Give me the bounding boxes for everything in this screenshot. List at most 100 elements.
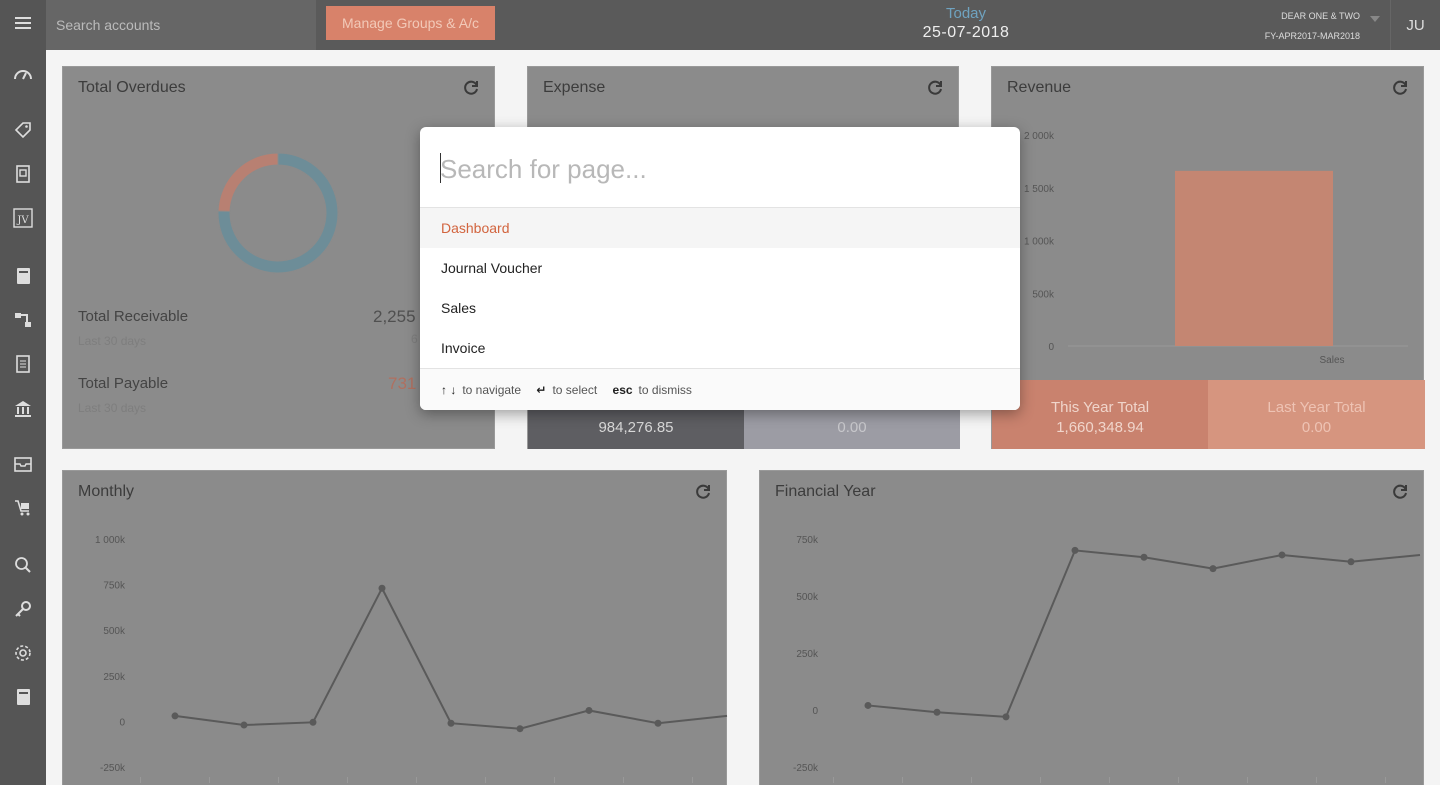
data-point [240,721,248,729]
search-result-item[interactable]: Invoice [420,328,1020,368]
y-tick-label: 1 000k [1024,237,1055,248]
series-line [867,549,1421,718]
data-point [585,706,593,714]
data-point [864,701,872,709]
data-point [309,718,317,726]
x-tick-label: Sales [1319,355,1344,366]
search-accounts-input[interactable] [46,0,316,50]
search-result-item[interactable]: Dashboard [420,208,1020,248]
data-point [654,719,662,727]
ledger-icon[interactable] [12,686,34,708]
y-tick-label: 250k [103,672,126,683]
revenue-last-year-label: Last Year Total [1267,399,1366,416]
gear-icon[interactable] [12,642,34,664]
top-header: Manage Groups & A/c Today 25-07-2018 DEA… [46,0,1440,50]
page-search-input[interactable] [440,149,1000,189]
y-tick-label: 500k [796,592,819,603]
dismiss-hint: to dismiss [638,383,692,397]
refresh-icon[interactable] [462,79,480,97]
refresh-icon[interactable] [1391,483,1409,501]
data-point [1347,558,1355,566]
y-tick-label: 750k [103,581,126,592]
text-cursor [440,153,441,183]
revenue-this-year-tile: This Year Total 1,660,348.94 [992,380,1208,449]
bar-sales [1175,170,1333,346]
tag-icon[interactable] [12,119,34,141]
enter-key-icon: ↵ [536,383,547,397]
search-results-list: Dashboard Journal Voucher Sales Invoice [420,208,1020,368]
today-date[interactable]: 25-07-2018 [906,24,1026,42]
financial-year: FY-APR2017-MAR2018 [1264,31,1360,41]
total-receivable-label: Total Receivable [78,308,189,325]
data-point [933,708,941,716]
sidebar: JV [0,0,46,785]
series-line [174,586,728,730]
cart-icon[interactable] [12,497,34,519]
data-point [447,719,455,727]
monthly-card: Monthly -250k0250k500k750k1 000kAprMayJu… [62,470,728,785]
revenue-card: Revenue 0 500k 1 000k 1 500k 2 000k Sales Thi… [991,66,1425,449]
search-result-item[interactable]: Sales [420,288,1020,328]
y-tick-label: 1 500k [1024,184,1055,195]
refresh-icon[interactable] [926,79,944,97]
arrow-keys-hint-icon: ↑ ↓ [441,383,457,397]
jv-icon[interactable]: JV [12,207,34,229]
y-tick-label: 0 [119,717,125,728]
financial-year-line-chart: -250k0250k500k750kAprMayJunJulAugSepOctN… [793,535,1421,783]
y-tick-label: 750k [796,535,819,546]
expense-this-year-value: 984,276.85 [598,419,674,436]
card-title: Expense [543,79,606,96]
card-title: Total Overdues [78,79,186,96]
book-icon[interactable] [12,265,34,287]
y-tick-label: 500k [103,626,126,637]
y-tick-label: 250k [796,649,819,660]
caret-down-icon[interactable] [1370,16,1380,22]
monthly-line-chart: -250k0250k500k750k1 000kAprMayJunJulAugS… [95,535,728,783]
jv-icon-text: JV [16,215,29,226]
y-tick-label: 0 [812,706,818,717]
total-payable-label: Total Payable [78,375,169,392]
refresh-icon[interactable] [694,483,712,501]
menu-icon[interactable] [12,12,34,34]
manage-groups-button[interactable]: Manage Groups & A/c [326,6,495,40]
esc-key-hint: esc [612,383,633,397]
donut-slice-payable [217,152,279,212]
document-icon[interactable] [12,353,34,375]
data-point [1278,551,1286,559]
refresh-icon[interactable] [1391,79,1409,97]
payable-period: Last 30 days [78,401,147,415]
search-result-item[interactable]: Journal Voucher [420,248,1020,288]
card-title: Monthly [78,483,135,500]
bank-icon[interactable] [12,398,34,420]
y-tick-label: 500k [1032,289,1055,300]
y-tick-label: 0 [1048,342,1054,353]
dashboard-gauge-icon[interactable] [12,64,34,86]
inbox-icon[interactable] [12,453,34,475]
data-point [378,584,386,592]
y-tick-label: 1 000k [95,535,126,546]
user-avatar[interactable]: JU [1390,0,1440,50]
flow-icon[interactable] [12,309,34,331]
page-search-modal: DashboardJournal VoucherSalesInvoice ↑ ↓… [420,127,1020,410]
data-point [516,725,524,733]
data-point [171,712,179,720]
data-point [1209,565,1217,573]
voucher-icon[interactable] [12,163,34,185]
company-selector[interactable]: DEAR ONE & TWO FY-APR2017-MAR2018 [1265,6,1360,46]
data-point [1071,546,1079,554]
company-name: DEAR ONE & TWO [1281,11,1360,21]
y-tick-label: -250k [793,763,819,774]
receivable-count: 6 [411,332,418,346]
card-title: Revenue [1007,79,1072,96]
revenue-bar-chart: 0 500k 1 000k 1 500k 2 000k Sales [1024,131,1408,366]
today-display: Today 25-07-2018 [906,5,1026,42]
overdues-donut [217,152,339,274]
data-point [1140,553,1148,561]
key-icon[interactable] [12,598,34,620]
search-icon[interactable] [12,554,34,576]
financial-year-card: Financial Year -250k0250k500k750kAprMayJ… [759,470,1424,785]
today-label: Today [945,5,987,22]
select-hint: to select [552,383,598,397]
total-payable-value: 731 [388,374,417,393]
total-receivable-value: 2,255 [373,307,416,326]
